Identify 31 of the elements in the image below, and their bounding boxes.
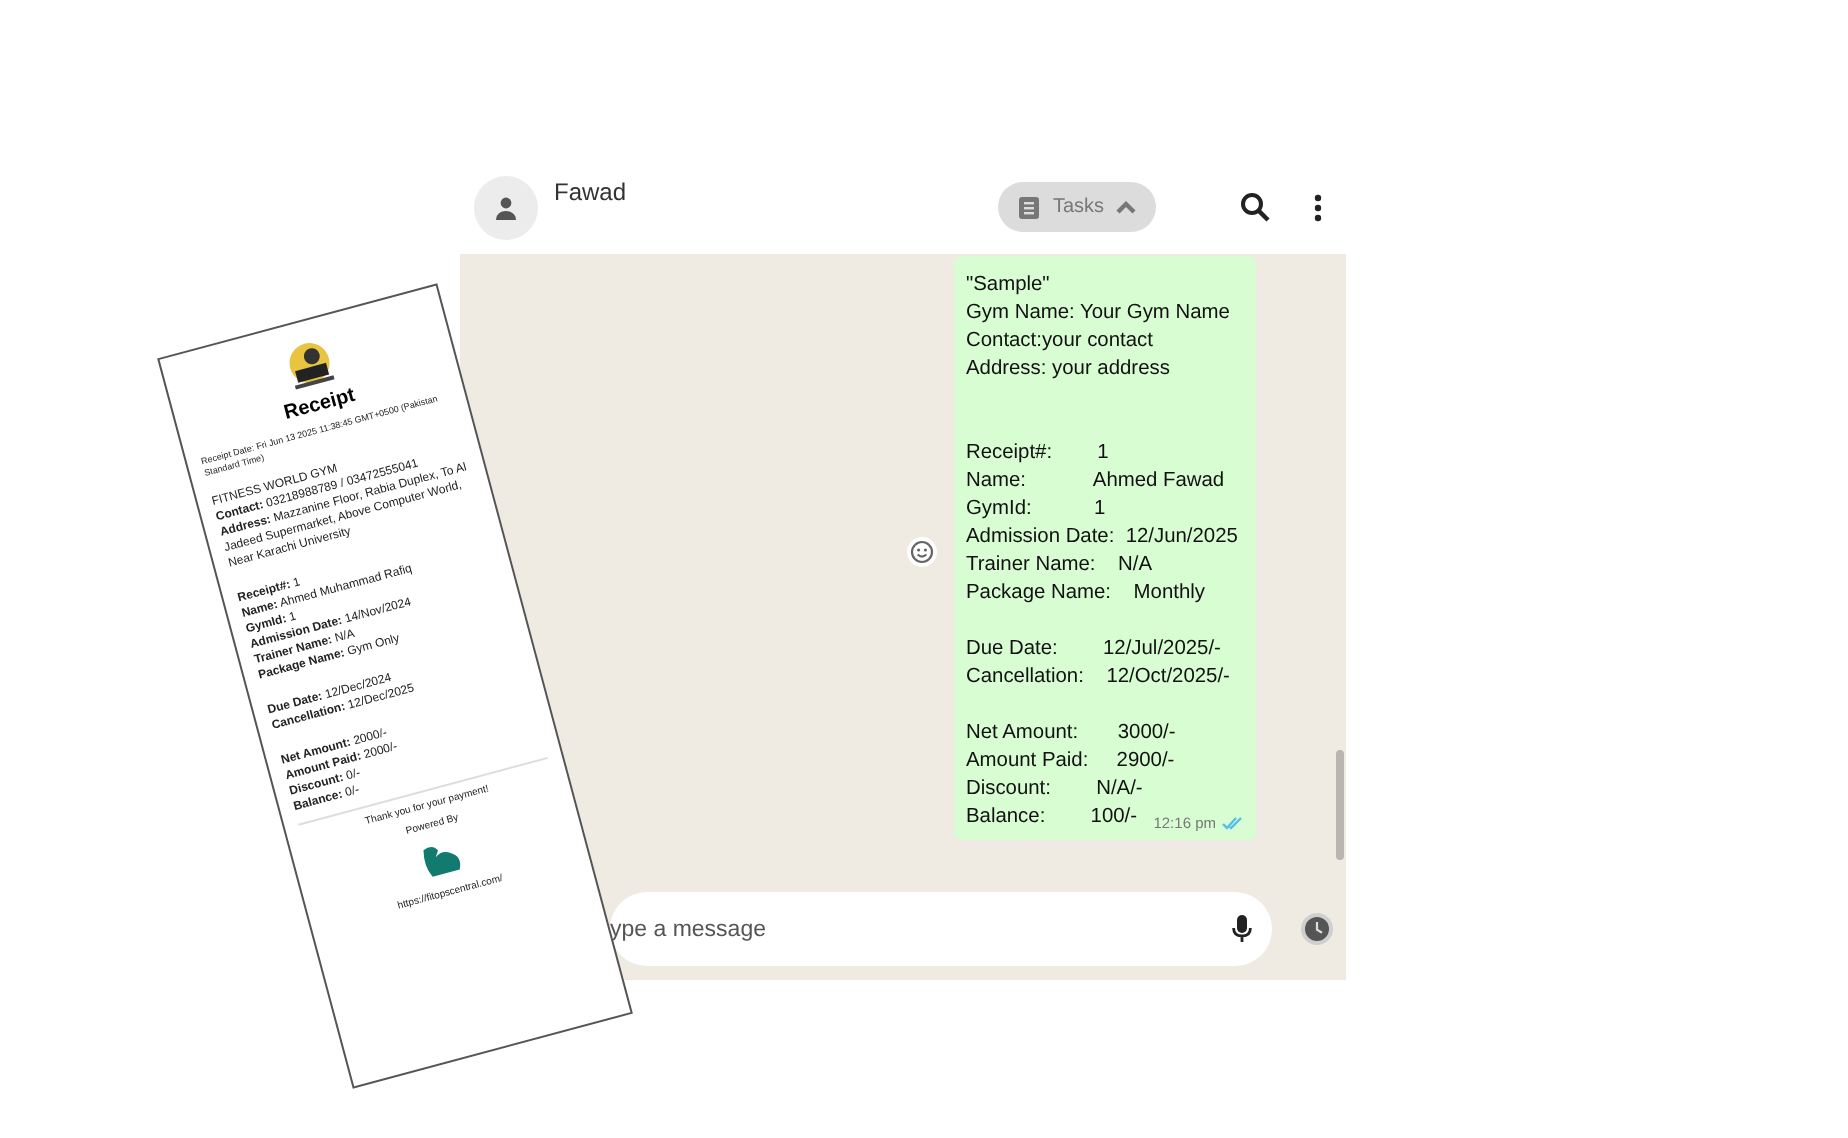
person-icon	[494, 195, 518, 219]
clipboard-icon	[1018, 194, 1041, 220]
message-line: GymId: 1	[966, 496, 1106, 524]
message-line: Trainer Name: N/A	[966, 552, 1153, 580]
message-line: Package Name: Monthly	[966, 580, 1205, 608]
message-line: Receipt#: 1	[966, 440, 1109, 468]
clock-icon[interactable]	[1300, 912, 1334, 946]
message-input[interactable]: ype a message	[610, 917, 1232, 941]
message-line: Discount: N/A/-	[966, 776, 1143, 804]
message-line: "Sample"	[966, 272, 1050, 300]
message-line: Cancellation: 12/Oct/2025/-	[966, 664, 1230, 692]
scrollbar[interactable]	[1336, 750, 1344, 860]
message-line: Gym Name: Your Gym Name	[966, 300, 1230, 328]
message-line: Admission Date: 12/Jun/2025	[966, 524, 1238, 552]
message-field[interactable]: ype a message	[610, 892, 1272, 966]
chevron-up-icon	[1116, 200, 1136, 214]
avatar[interactable]	[474, 175, 538, 239]
message-line: Amount Paid: 2900/-	[966, 748, 1175, 776]
contact-name: Fawad	[554, 178, 627, 206]
menu-icon	[1314, 193, 1322, 221]
microphone-icon[interactable]	[1232, 914, 1252, 944]
message-line: Balance: 100/-	[966, 804, 1138, 832]
message-line: Due Date: 12/Jul/2025/-	[966, 636, 1221, 664]
message-line: Name: Ahmed Fawad	[966, 468, 1225, 496]
message-line: Address: your address	[966, 356, 1170, 384]
search-icon	[1240, 192, 1270, 222]
smiley-icon[interactable]	[906, 536, 938, 568]
search-button[interactable]	[1240, 192, 1270, 222]
menu-button[interactable]	[1314, 193, 1322, 221]
message-line: Net Amount: 3000/-	[966, 720, 1176, 748]
message-line: Contact:your contact	[966, 328, 1153, 356]
